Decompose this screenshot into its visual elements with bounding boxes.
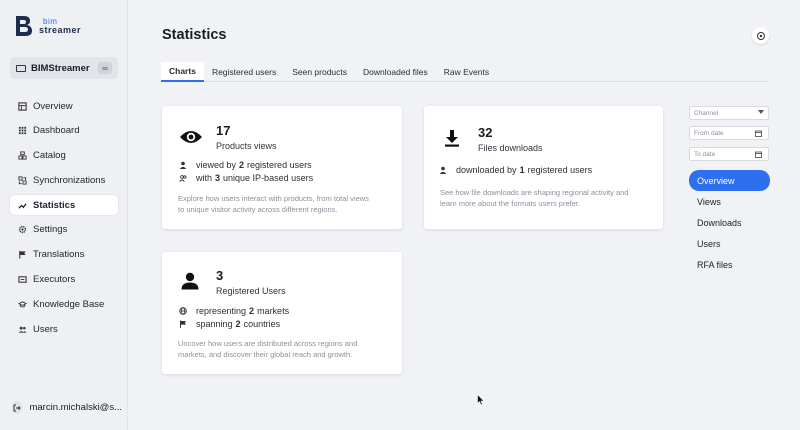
tab-registered-users[interactable]: Registered users	[204, 62, 284, 82]
flag-icon	[17, 250, 27, 260]
sidebar-item-label: Overview	[33, 100, 73, 112]
users-icon	[178, 173, 188, 183]
users-count: 3	[216, 268, 224, 283]
to-date-input[interactable]: To date	[689, 147, 769, 161]
sidebar-item-label: Knowledge Base	[33, 298, 105, 310]
flag-icon	[178, 319, 188, 329]
sidebar-item-executors[interactable]: Executors	[10, 270, 118, 290]
section-views[interactable]: Views	[689, 191, 770, 212]
book-icon	[17, 299, 27, 309]
sidebar-item-overview[interactable]: Overview	[10, 96, 118, 116]
logout-icon[interactable]	[12, 401, 23, 414]
link-icon[interactable]: ∞	[98, 62, 112, 74]
users-icon	[17, 324, 27, 334]
sidebar-item-knowledge-base[interactable]: Knowledge Base	[10, 294, 118, 314]
sidebar-item-statistics[interactable]: Statistics	[10, 195, 118, 216]
views-registered-line: viewed by 2 registered users	[178, 160, 312, 170]
workspace-selector[interactable]: BIMStreamer ∞	[10, 57, 118, 79]
section-downloads[interactable]: Downloads	[689, 212, 770, 233]
sidebar-item-synchronizations[interactable]: Synchronizations	[10, 170, 118, 190]
views-description: Explore how users interact with products…	[178, 194, 369, 214]
sidebar-item-catalog[interactable]: Catalog	[10, 146, 118, 166]
chevron-down-icon	[758, 110, 764, 114]
eye-icon	[180, 131, 202, 143]
user-account[interactable]: marcin.michalski@s...	[12, 401, 122, 414]
gear-icon	[17, 225, 27, 235]
files-downloads-card[interactable]: 32 Files downloads downloaded by 1 registe…	[424, 106, 663, 229]
sync-icon	[17, 175, 27, 185]
mouse-cursor-icon	[477, 394, 485, 406]
download-icon	[445, 130, 459, 147]
user-email: marcin.michalski@s...	[29, 402, 122, 413]
sidebar: bim streamer BIMStreamer ∞ Overview Dash…	[0, 0, 128, 430]
sidebar-item-label: Translations	[33, 249, 85, 261]
tab-seen-products[interactable]: Seen products	[284, 62, 355, 82]
tab-charts[interactable]: Charts	[161, 62, 204, 82]
registered-users-card[interactable]: 3 Registered Users representing 2 markets …	[162, 252, 402, 374]
sidebar-item-settings[interactable]: Settings	[10, 220, 118, 240]
statistics-tabs: Charts Registered users Seen products Do…	[161, 62, 769, 82]
brand-logo[interactable]: bim streamer	[14, 14, 81, 38]
sidebar-item-label: Dashboard	[33, 125, 80, 137]
users-label: Registered Users	[216, 286, 286, 296]
page-title: Statistics	[162, 27, 227, 43]
sidebar-item-label: Statistics	[33, 199, 76, 211]
sidebar-item-label: Executors	[33, 274, 76, 286]
user-icon	[438, 165, 448, 175]
bim-logo-icon	[16, 16, 32, 36]
workspace-icon	[16, 64, 26, 72]
users-markets-line: representing 2 markets	[178, 306, 289, 316]
sidebar-item-translations[interactable]: Translations	[10, 245, 118, 265]
downloads-description: See how file downloads are shaping regio…	[440, 188, 629, 208]
views-count: 17	[216, 123, 231, 138]
sidebar-item-label: Settings	[33, 224, 68, 236]
users-countries-line: spanning 2 countries	[178, 319, 280, 329]
sidebar-item-label: Users	[33, 323, 58, 335]
catalog-icon	[17, 151, 27, 161]
section-rfa-files[interactable]: RFA files	[689, 254, 770, 275]
logo-text-bottom: streamer	[39, 25, 82, 35]
users-description: Uncover how users are distributed across…	[178, 339, 358, 359]
globe-icon	[178, 306, 188, 316]
views-unique-ip-line: with 3 unique IP-based users	[178, 173, 313, 183]
section-overview[interactable]: Overview	[689, 170, 770, 191]
downloads-label: Files downloads	[478, 143, 543, 153]
executor-icon	[17, 275, 27, 285]
sidebar-item-label: Synchronizations	[33, 174, 106, 186]
views-label: Products views	[216, 141, 277, 151]
calendar-icon[interactable]	[755, 151, 762, 158]
section-nav: Overview Views Downloads Users RFA files	[689, 170, 770, 275]
products-views-card[interactable]: 17 Products views viewed by 2 registered u…	[162, 106, 402, 229]
tab-raw-events[interactable]: Raw Events	[436, 62, 497, 82]
downloads-registered-line: downloaded by 1 registered users	[438, 165, 592, 175]
user-icon	[178, 160, 188, 170]
sidebar-item-users[interactable]: Users	[10, 319, 118, 339]
grid-icon	[17, 126, 27, 136]
settings-icon	[756, 31, 765, 40]
workspace-name: BIMStreamer	[31, 62, 90, 74]
sidebar-nav: Overview Dashboard Catalog Synchronizati…	[10, 96, 118, 344]
person-icon	[181, 272, 199, 290]
sidebar-item-label: Catalog	[33, 150, 66, 162]
from-date-input[interactable]: From date	[689, 126, 769, 140]
calendar-icon[interactable]	[755, 130, 762, 137]
settings-button[interactable]	[752, 27, 769, 44]
downloads-count: 32	[478, 125, 493, 140]
channel-select[interactable]: Channel	[689, 106, 769, 120]
tab-downloaded-files[interactable]: Downloaded files	[355, 62, 436, 82]
overview-icon	[17, 101, 27, 111]
section-users[interactable]: Users	[689, 233, 770, 254]
chart-icon	[17, 200, 27, 210]
sidebar-item-dashboard[interactable]: Dashboard	[10, 121, 118, 141]
